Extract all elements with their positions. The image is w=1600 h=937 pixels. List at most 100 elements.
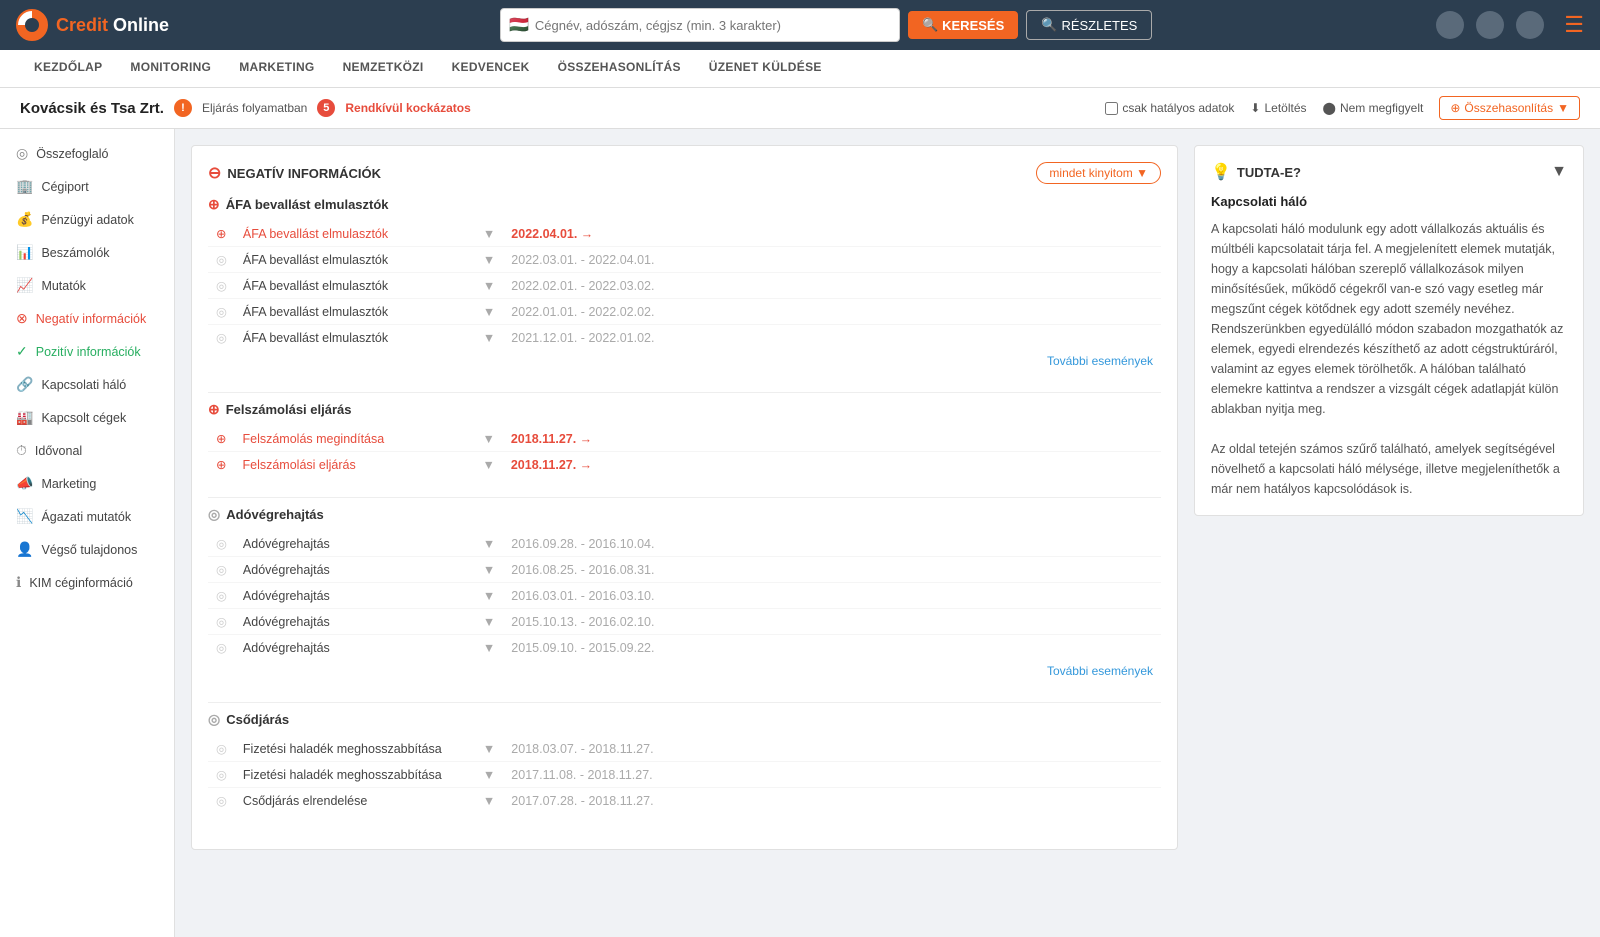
group-title-afa: ⊕ ÁFA bevallást elmulasztók	[208, 196, 1161, 213]
arrow-icon: ▼	[483, 537, 495, 551]
table-row: ◎ Adóvégrehajtás ▼ 2015.10.13. - 2016.02…	[208, 609, 1161, 635]
arrow-icon: ▼	[483, 305, 495, 319]
minus-circle-icon: ⊖	[208, 163, 221, 183]
row-icon-gray: ◎	[216, 641, 227, 655]
tudtae-body-text: A kapcsolati háló modulunk egy adott vál…	[1211, 222, 1563, 496]
row-icon-red: ⊕	[216, 227, 226, 241]
tudtae-body: A kapcsolati háló modulunk egy adott vál…	[1211, 219, 1567, 499]
top-right: ☰	[1436, 11, 1584, 39]
search-box[interactable]: 🇭🇺	[500, 8, 900, 42]
row-icon-gray: ◎	[216, 253, 227, 267]
main-layout: ◎ Összefoglaló 🏢 Cégiport 💰 Pénzügyi ada…	[0, 129, 1600, 937]
negativ-info-card: ⊖ NEGATÍV INFORMÁCIÓK mindet kinyitom ▼ …	[191, 145, 1178, 850]
penzugyi-icon: 💰	[16, 211, 33, 228]
arrow-icon: ▼	[483, 794, 495, 808]
nav-kezdolap[interactable]: KEZDŐLAP	[20, 52, 116, 85]
nav-marketing[interactable]: MARKETING	[225, 52, 328, 85]
group-adovegrehajtas-icon: ◎	[208, 506, 220, 523]
more-events-afa[interactable]: További események	[208, 350, 1161, 372]
sidebar-item-kapcsolati[interactable]: 🔗 Kapcsolati háló	[0, 368, 174, 401]
row-icon-gray: ◎	[216, 331, 227, 345]
company-actions: csak hatályos adatok ⬇ Letöltés ⬤ Nem me…	[1105, 96, 1580, 120]
search-button[interactable]: 🔍 KERESÉS	[908, 11, 1018, 39]
group-felszamolas-icon: ⊕	[208, 401, 220, 418]
arrow-icon: ▼	[483, 279, 495, 293]
table-row: ⊕ ÁFA bevallást elmulasztók ▼ 2022.04.01…	[208, 221, 1161, 247]
divider-3	[208, 702, 1161, 703]
sidebar-item-agazati[interactable]: 📉 Ágazati mutatók	[0, 500, 174, 533]
divider-1	[208, 392, 1161, 393]
risk-label: Rendkívül kockázatos	[345, 101, 470, 115]
arrow-icon: ▼	[483, 331, 495, 345]
sidebar-item-beszamolok[interactable]: 📊 Beszámolók	[0, 236, 174, 269]
sidebar-item-osszefoglalo[interactable]: ◎ Összefoglaló	[0, 137, 174, 170]
felszamolas-table: ⊕ Felszámolás megindítása ▼ 2018.11.27. …	[208, 426, 1161, 477]
arrow-icon: ▼	[483, 641, 495, 655]
table-row: ◎ Adóvégrehajtás ▼ 2016.08.25. - 2016.08…	[208, 557, 1161, 583]
row-icon-gray: ◎	[216, 589, 227, 603]
kapcsolt-icon: 🏭	[16, 409, 33, 426]
warning-badge: !	[174, 99, 192, 117]
arrow-icon: ▼	[483, 563, 495, 577]
arrow-icon: ▼	[483, 253, 495, 267]
sidebar-item-vegso[interactable]: 👤 Végső tulajdonos	[0, 533, 174, 566]
compare-button[interactable]: ⊕ Összehasonlítás ▼	[1439, 96, 1580, 120]
logo-online: Online	[113, 15, 169, 35]
sidebar-item-kim[interactable]: ℹ KIM céginformáció	[0, 566, 174, 599]
sidebar-item-idovonal[interactable]: ⏱ Idővonal	[0, 434, 174, 467]
arrow-icon: ▼	[483, 742, 495, 756]
row-icon-gray: ◎	[216, 305, 227, 319]
negativ-icon: ⊗	[16, 310, 28, 327]
row-icon-gray: ◎	[216, 279, 227, 293]
user-circle-3[interactable]	[1516, 11, 1544, 39]
table-row: ◎ Adóvégrehajtás ▼ 2016.03.01. - 2016.03…	[208, 583, 1161, 609]
nav-nemzetkozi[interactable]: NEMZETKÖZI	[329, 52, 438, 85]
flag-icon: 🇭🇺	[509, 15, 529, 35]
side-panel: 💡 TUDTA-E? ▼ Kapcsolati háló A kapcsolat…	[1194, 145, 1584, 921]
company-name: Kovácsik és Tsa Zrt.	[20, 100, 164, 117]
table-row: ◎ Fizetési haladék meghosszabbítása ▼ 20…	[208, 762, 1161, 788]
logo-text: Credit Online	[56, 15, 169, 36]
csak-hatalyos-checkbox[interactable]	[1105, 102, 1118, 115]
reszletes-button[interactable]: 🔍 RÉSZLETES	[1026, 10, 1152, 40]
csak-hatalyos-check[interactable]: csak hatályos adatok	[1105, 101, 1234, 115]
row-icon-gray: ◎	[216, 615, 227, 629]
sidebar-item-pozitiv[interactable]: ✓ Pozitív információk	[0, 335, 174, 368]
vegso-icon: 👤	[16, 541, 33, 558]
sidebar-item-negativ[interactable]: ⊗ Negatív információk	[0, 302, 174, 335]
tudtae-expand-button[interactable]: ▼	[1551, 163, 1567, 181]
nav-kedvencek[interactable]: KEDVENCEK	[438, 52, 544, 85]
watch-button[interactable]: ⬤ Nem megfigyelt	[1323, 101, 1424, 115]
agazati-icon: 📉	[16, 508, 33, 525]
nav-uzenet[interactable]: ÜZENET KÜLDÉSE	[695, 52, 836, 85]
user-circle-2[interactable]	[1476, 11, 1504, 39]
more-events-adovegrehajtas[interactable]: További események	[208, 660, 1161, 682]
sidebar-item-mutatok[interactable]: 📈 Mutatók	[0, 269, 174, 302]
arrow-icon: ▼	[483, 227, 495, 241]
arrow-icon: ▼	[482, 458, 494, 472]
hamburger-icon[interactable]: ☰	[1564, 12, 1584, 38]
sidebar-item-cegiport[interactable]: 🏢 Cégiport	[0, 170, 174, 203]
nav-bar: KEZDŐLAP MONITORING MARKETING NEMZETKÖZI…	[0, 50, 1600, 88]
beszamolok-icon: 📊	[16, 244, 33, 261]
tudtae-title: 💡 TUDTA-E?	[1211, 162, 1301, 182]
osszefoglalo-icon: ◎	[16, 145, 28, 162]
tudtae-card: 💡 TUDTA-E? ▼ Kapcsolati háló A kapcsolat…	[1194, 145, 1584, 516]
sidebar-item-penzugyi[interactable]: 💰 Pénzügyi adatok	[0, 203, 174, 236]
group-title-adovegrehajtas: ◎ Adóvégrehajtás	[208, 506, 1161, 523]
search-input[interactable]	[535, 18, 891, 33]
mutatok-icon: 📈	[16, 277, 33, 294]
table-row: ◎ ÁFA bevallást elmulasztók ▼ 2022.03.01…	[208, 247, 1161, 273]
sidebar-item-marketing[interactable]: 📣 Marketing	[0, 467, 174, 500]
idovonal-icon: ⏱	[16, 442, 27, 459]
row-icon-red: ⊕	[216, 432, 226, 446]
table-row: ◎ Csődjárás elrendelése ▼ 2017.07.28. - …	[208, 788, 1161, 814]
nav-monitoring[interactable]: MONITORING	[116, 52, 225, 85]
download-button[interactable]: ⬇ Letöltés	[1250, 101, 1306, 115]
sidebar-item-kapcsolt[interactable]: 🏭 Kapcsolt cégek	[0, 401, 174, 434]
section-title: ⊖ NEGATÍV INFORMÁCIÓK	[208, 163, 381, 183]
user-circle-1[interactable]	[1436, 11, 1464, 39]
nav-osszehasonlitas[interactable]: ÖSSZEHASONLÍTÁS	[544, 52, 695, 85]
logo-area: Credit Online	[16, 9, 216, 41]
expand-all-button[interactable]: mindet kinyitom ▼	[1036, 162, 1161, 184]
